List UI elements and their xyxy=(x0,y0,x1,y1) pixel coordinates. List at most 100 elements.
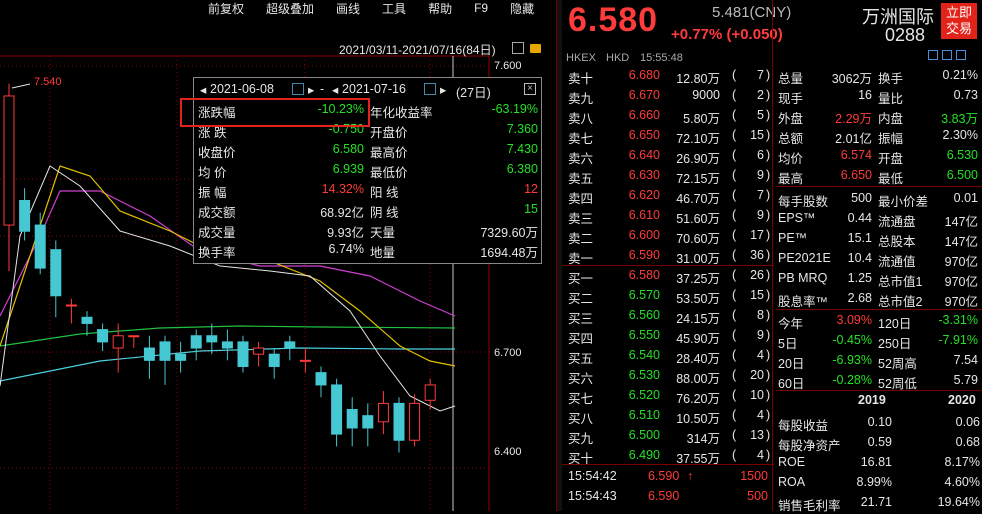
stat-label: 阴 线 xyxy=(370,206,399,220)
fin-row: 每股收益 0.10 0.06 xyxy=(776,413,982,433)
col-divider xyxy=(772,0,773,511)
menu-fq[interactable]: 前复权 xyxy=(208,0,244,17)
stat-val: 2.29万 xyxy=(835,112,872,126)
trade-button[interactable]: 立即交易 xyxy=(941,3,977,39)
edit-icon[interactable] xyxy=(928,50,938,60)
stat-key: 振幅 xyxy=(878,132,904,146)
stat-label: 最高价 xyxy=(370,146,408,160)
stats-row: 换手率 6.74% 地量 1694.48万 xyxy=(194,240,543,260)
order-volume: 76.20万 xyxy=(676,392,720,406)
paren-close: ) xyxy=(766,208,771,222)
paren-open: ( xyxy=(732,348,737,362)
stat-row: 最高 6.650 最低 6.500 xyxy=(776,166,982,186)
paren-close: ) xyxy=(766,108,771,122)
paren-close: ) xyxy=(766,368,771,382)
order-count: 7 xyxy=(757,68,764,82)
range-scroll-icon[interactable] xyxy=(512,42,524,54)
order-label: 买五 xyxy=(568,352,594,366)
order-row: 卖一 6.590 31.00万(36) xyxy=(562,246,772,266)
paren-close: ) xyxy=(766,228,771,242)
stat-row: 现手 16 量比 0.73 xyxy=(776,86,982,106)
chart-icon[interactable] xyxy=(956,50,966,60)
tick-row: 15:54:42 6.590 ↑ 1500 xyxy=(562,467,772,487)
calendar-icon[interactable] xyxy=(292,83,304,95)
menu-f9[interactable]: F9 xyxy=(474,1,488,15)
stat-val: -3.31% xyxy=(938,313,978,327)
stat-val: 6.574 xyxy=(840,148,872,162)
paren-close: ) xyxy=(766,448,771,462)
stat-row: 每手股数 500 最小价差 0.01 xyxy=(776,189,982,209)
next-arrow-icon[interactable]: ▸ xyxy=(440,82,446,97)
order-price: 6.510 xyxy=(628,408,660,422)
date-from[interactable]: 2021-06-08 xyxy=(210,82,274,96)
stats-row: 收盘价 6.580 最高价 7.430 xyxy=(194,140,543,160)
stat-val: -6.93% xyxy=(832,353,872,367)
order-count: 2 xyxy=(757,88,764,102)
paren-close: ) xyxy=(766,188,771,202)
order-volume: 12.80万 xyxy=(676,72,720,86)
stat-key: 流通盘 xyxy=(878,215,916,229)
price-label-mid: 6.700 xyxy=(494,347,522,359)
candle-body xyxy=(253,347,265,355)
stat-key: 最高 xyxy=(778,172,804,186)
stat-value: 6.74% xyxy=(328,242,364,256)
order-label: 卖八 xyxy=(568,112,594,126)
stat-row: PE™ 15.1 总股本 147亿 xyxy=(776,229,982,249)
lock-icon[interactable] xyxy=(530,44,541,53)
tick-time: 15:54:43 xyxy=(568,489,617,503)
market: HKEX xyxy=(566,52,596,64)
next-arrow-icon[interactable]: ▸ xyxy=(308,82,314,97)
date-to[interactable]: 2021-07-16 xyxy=(342,82,406,96)
stat-label: 振 幅 xyxy=(198,186,227,200)
stat-key: 52周高 xyxy=(878,357,917,371)
order-count: 6 xyxy=(757,148,764,162)
stock-code: 0288 xyxy=(885,25,926,45)
candle-body xyxy=(175,353,187,361)
prev-arrow-icon[interactable]: ◂ xyxy=(200,82,206,97)
quote-time: 15:55:48 xyxy=(640,52,683,64)
order-volume: 26.90万 xyxy=(676,152,720,166)
fin-b: 4.60% xyxy=(944,475,980,489)
menu-hide[interactable]: 隐藏 xyxy=(510,0,534,17)
order-price: 6.600 xyxy=(628,228,660,242)
candle-body xyxy=(112,335,124,349)
order-row: 卖八 6.660 5.80万 (5) xyxy=(562,106,772,126)
currency: HKD xyxy=(606,52,630,64)
stat-label: 阳 线 xyxy=(370,186,399,200)
order-count: 9 xyxy=(757,328,764,342)
fin-row: 每股净资产 0.59 0.68 xyxy=(776,433,982,453)
order-volume: 70.60万 xyxy=(676,232,720,246)
menu-overlay[interactable]: 超级叠加 xyxy=(266,0,314,17)
stat-row: 总额 2.01亿 振幅 2.30% xyxy=(776,126,982,146)
paren-open: ( xyxy=(732,388,737,402)
menu-tools[interactable]: 工具 xyxy=(382,0,406,17)
stat-key: 现手 xyxy=(778,92,804,106)
fin-b: 0.06 xyxy=(955,415,980,429)
stat-row: 总量 3062万 换手 0.21% xyxy=(776,66,982,86)
stat-label: 天量 xyxy=(370,226,396,240)
paren-open: ( xyxy=(732,368,737,382)
candle-body xyxy=(377,402,389,423)
tick-price: 6.590 xyxy=(648,489,680,503)
tick-price: 6.590 xyxy=(648,469,680,483)
order-count: 8 xyxy=(757,308,764,322)
stat-key: 总市值1 xyxy=(878,275,923,289)
order-price: 6.670 xyxy=(628,88,660,102)
order-row: 卖二 6.600 70.60万 (17) xyxy=(562,226,772,246)
menu-draw[interactable]: 画线 xyxy=(336,0,360,17)
paren-open: ( xyxy=(732,428,737,442)
stat-value: 12 xyxy=(524,182,538,196)
candle-body xyxy=(50,249,62,297)
calendar-icon[interactable] xyxy=(424,83,436,95)
menu-help[interactable]: 帮助 xyxy=(428,0,452,17)
prev-arrow-icon[interactable]: ◂ xyxy=(332,82,338,97)
paren-open: ( xyxy=(732,408,737,422)
order-row: 买六 6.530 88.00万 (20) xyxy=(562,366,772,386)
price-label-top: 7.600 xyxy=(494,60,522,72)
close-icon[interactable]: × xyxy=(524,83,536,95)
stat-value: 7.360 xyxy=(506,122,538,136)
paren-open: ( xyxy=(732,108,737,122)
list-icon[interactable] xyxy=(942,50,952,60)
candle-body xyxy=(299,359,311,362)
stat-value: 6.939 xyxy=(332,162,364,176)
